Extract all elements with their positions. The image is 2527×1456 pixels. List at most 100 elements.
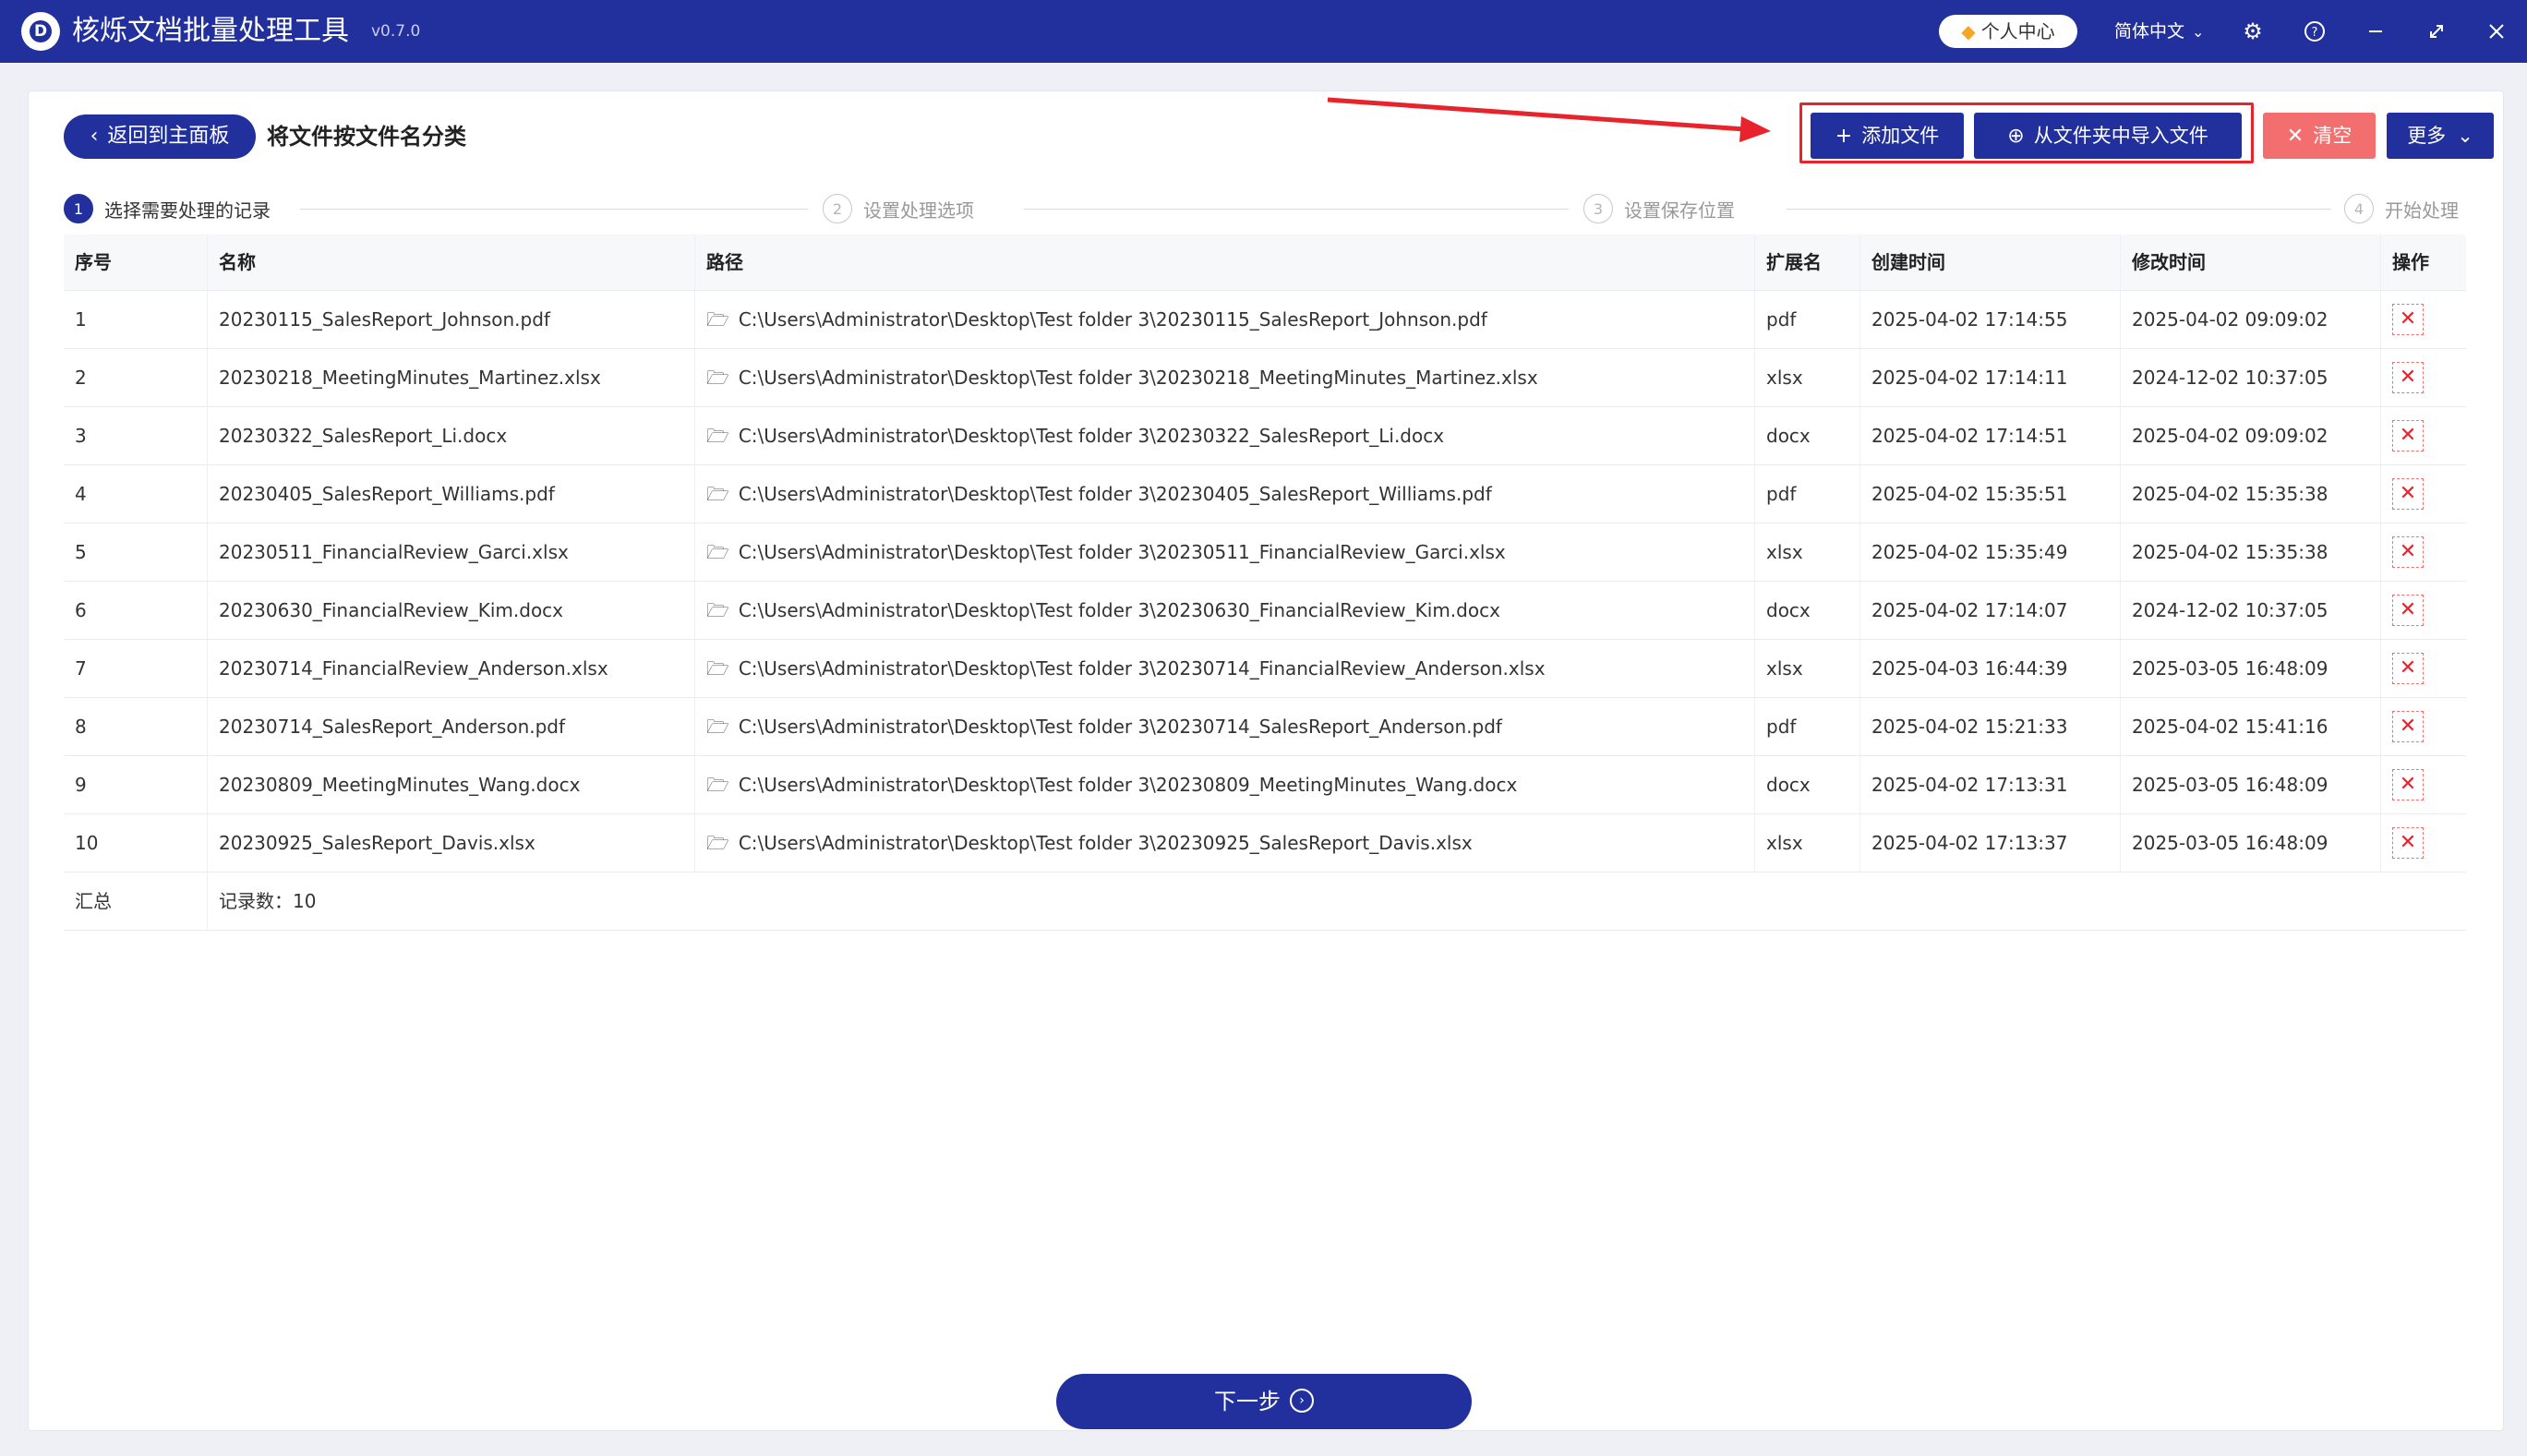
row-path: 🗁 C:\Users\Administrator\Desktop\Test fol… xyxy=(695,756,1755,813)
chevron-left-icon: ‹ xyxy=(90,125,99,148)
close-icon[interactable] xyxy=(2482,17,2511,46)
row-path-text: C:\Users\Administrator\Desktop\Test fold… xyxy=(738,657,1546,680)
delete-row-icon[interactable]: ✕ xyxy=(2392,361,2424,393)
more-button[interactable]: 更多 ⌄ xyxy=(2387,113,2494,159)
row-index: 2 xyxy=(64,349,208,406)
row-modified: 2025-03-05 16:48:09 xyxy=(2121,756,2381,813)
row-path: 🗁 C:\Users\Administrator\Desktop\Test fol… xyxy=(695,349,1755,406)
delete-row-icon[interactable]: ✕ xyxy=(2392,710,2424,742)
more-label: 更多 xyxy=(2407,125,2447,147)
row-action: ✕ xyxy=(2381,291,2466,348)
delete-row-icon[interactable]: ✕ xyxy=(2392,768,2424,800)
row-created: 2025-04-02 17:14:11 xyxy=(1860,349,2121,406)
back-to-main-button[interactable]: ‹ 返回到主面板 xyxy=(64,114,256,159)
folder-open-icon[interactable]: 🗁 xyxy=(706,756,729,813)
row-name: 20230115_SalesReport_Johnson.pdf xyxy=(208,291,695,348)
delete-row-icon[interactable]: ✕ xyxy=(2392,477,2424,510)
header-extension[interactable]: 扩展名 xyxy=(1755,235,1860,290)
header-name[interactable]: 名称 xyxy=(208,235,695,290)
row-extension: pdf xyxy=(1755,698,1860,755)
table-body: 1 20230115_SalesReport_Johnson.pdf 🗁 C:\Use… xyxy=(64,291,2466,872)
header-index[interactable]: 序号 xyxy=(64,235,208,290)
folder-open-icon[interactable]: 🗁 xyxy=(706,640,729,697)
header-path[interactable]: 路径 xyxy=(695,235,1755,290)
step-number: 4 xyxy=(2344,194,2374,223)
app-logo: D xyxy=(21,12,60,51)
folder-open-icon[interactable]: 🗁 xyxy=(706,523,729,581)
row-modified: 2025-03-05 16:48:09 xyxy=(2121,640,2381,697)
table-row[interactable]: 7 20230714_FinancialReview_Anderson.xlsx 🗁… xyxy=(64,640,2466,698)
table-summary-row: 汇总 记录数：10 xyxy=(64,872,2466,931)
row-modified: 2025-03-05 16:48:09 xyxy=(2121,814,2381,872)
delete-row-icon[interactable]: ✕ xyxy=(2392,535,2424,568)
folder-open-icon[interactable]: 🗁 xyxy=(706,814,729,872)
row-path-text: C:\Users\Administrator\Desktop\Test fold… xyxy=(738,541,1506,563)
back-label: 返回到主面板 xyxy=(107,125,230,148)
table-row[interactable]: 2 20230218_MeetingMinutes_Martinez.xlsx 🗁 C… xyxy=(64,349,2466,407)
delete-row-icon[interactable]: ✕ xyxy=(2392,303,2424,335)
row-path-text: C:\Users\Administrator\Desktop\Test fold… xyxy=(738,716,1502,738)
row-action: ✕ xyxy=(2381,465,2466,523)
row-name: 20230925_SalesReport_Davis.xlsx xyxy=(208,814,695,872)
diamond-icon: ◆ xyxy=(1961,20,1976,42)
table-row[interactable]: 1 20230115_SalesReport_Johnson.pdf 🗁 C:\Use… xyxy=(64,291,2466,349)
next-step-button[interactable]: 下一步 › xyxy=(1056,1374,1472,1429)
folder-open-icon[interactable]: 🗁 xyxy=(706,698,729,755)
gear-icon[interactable]: ⚙ xyxy=(2238,17,2268,46)
row-index: 4 xyxy=(64,465,208,523)
table-row[interactable]: 5 20230511_FinancialReview_Garci.xlsx 🗁 C:\… xyxy=(64,523,2466,582)
row-extension: xlsx xyxy=(1755,523,1860,581)
delete-row-icon[interactable]: ✕ xyxy=(2392,594,2424,626)
delete-row-icon[interactable]: ✕ xyxy=(2392,419,2424,451)
maximize-icon[interactable] xyxy=(2422,17,2451,46)
add-file-button[interactable]: + 添加文件 xyxy=(1811,113,1964,159)
row-modified: 2024-12-02 10:37:05 xyxy=(2121,582,2381,639)
row-path-text: C:\Users\Administrator\Desktop\Test fold… xyxy=(738,832,1473,854)
summary-label: 汇总 xyxy=(64,872,208,930)
step-indicator: 1 选择需要处理的记录 2 设置处理选项 3 设置保存位置 4 开始处理 xyxy=(64,193,2466,224)
row-extension: pdf xyxy=(1755,291,1860,348)
minimize-icon[interactable] xyxy=(2361,17,2390,46)
folder-open-icon[interactable]: 🗁 xyxy=(706,407,729,464)
table-row[interactable]: 3 20230322_SalesReport_Li.docx 🗁 C:\Users\A… xyxy=(64,407,2466,465)
header-created[interactable]: 创建时间 xyxy=(1860,235,2121,290)
import-folder-button[interactable]: ⊕ 从文件夹中导入文件 xyxy=(1974,113,2242,159)
user-center-button[interactable]: ◆ 个人中心 xyxy=(1939,15,2077,48)
row-path: 🗁 C:\Users\Administrator\Desktop\Test fol… xyxy=(695,523,1755,581)
row-index: 6 xyxy=(64,582,208,639)
step-number: 2 xyxy=(823,194,852,223)
step-label: 设置处理选项 xyxy=(863,199,974,222)
row-extension: xlsx xyxy=(1755,349,1860,406)
folder-open-icon[interactable]: 🗁 xyxy=(706,582,729,639)
folder-open-icon[interactable]: 🗁 xyxy=(706,291,729,348)
row-name: 20230218_MeetingMinutes_Martinez.xlsx xyxy=(208,349,695,406)
row-created: 2025-04-02 15:35:51 xyxy=(1860,465,2121,523)
row-index: 9 xyxy=(64,756,208,813)
table-row[interactable]: 9 20230809_MeetingMinutes_Wang.docx 🗁 C:\Us… xyxy=(64,756,2466,814)
row-action: ✕ xyxy=(2381,698,2466,755)
language-select[interactable]: 简体中文 ⌄ xyxy=(2114,18,2204,45)
plus-icon: + xyxy=(1835,125,1853,148)
row-action: ✕ xyxy=(2381,640,2466,697)
clear-button[interactable]: ✕ 清空 xyxy=(2263,113,2376,159)
row-path: 🗁 C:\Users\Administrator\Desktop\Test fol… xyxy=(695,407,1755,464)
row-path-text: C:\Users\Administrator\Desktop\Test fold… xyxy=(738,308,1487,331)
row-created: 2025-04-02 15:21:33 xyxy=(1860,698,2121,755)
row-path: 🗁 C:\Users\Administrator\Desktop\Test fol… xyxy=(695,582,1755,639)
row-name: 20230714_FinancialReview_Anderson.xlsx xyxy=(208,640,695,697)
header-modified[interactable]: 修改时间 xyxy=(2121,235,2381,290)
table-row[interactable]: 4 20230405_SalesReport_Williams.pdf 🗁 C:\Us… xyxy=(64,465,2466,523)
app-title: 核烁文档批量处理工具 xyxy=(72,15,349,47)
table-row[interactable]: 8 20230714_SalesReport_Anderson.pdf 🗁 C:\Us… xyxy=(64,698,2466,756)
folder-open-icon[interactable]: 🗁 xyxy=(706,349,729,406)
row-name: 20230630_FinancialReview_Kim.docx xyxy=(208,582,695,639)
row-created: 2025-04-03 16:44:39 xyxy=(1860,640,2121,697)
row-modified: 2025-04-02 15:35:38 xyxy=(2121,465,2381,523)
table-row[interactable]: 6 20230630_FinancialReview_Kim.docx 🗁 C:\Us… xyxy=(64,582,2466,640)
table-row[interactable]: 10 20230925_SalesReport_Davis.xlsx 🗁 C:\Use… xyxy=(64,814,2466,872)
folder-open-icon[interactable]: 🗁 xyxy=(706,465,729,523)
row-path-text: C:\Users\Administrator\Desktop\Test fold… xyxy=(738,599,1500,621)
delete-row-icon[interactable]: ✕ xyxy=(2392,652,2424,684)
help-icon[interactable]: ? xyxy=(2300,17,2329,46)
delete-row-icon[interactable]: ✕ xyxy=(2392,826,2424,859)
